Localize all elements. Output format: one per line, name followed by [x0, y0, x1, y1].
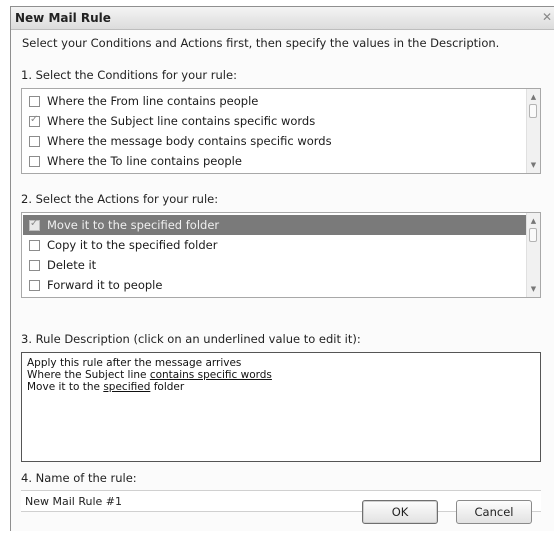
conditions-list[interactable]: Where the From line contains people Wher… — [21, 88, 541, 174]
checkbox[interactable] — [29, 279, 40, 291]
action-label: Delete it — [47, 258, 97, 272]
scroll-thumb[interactable] — [529, 228, 537, 242]
description-line: Apply this rule after the message arrive… — [27, 357, 242, 369]
instructions-text: Select your Conditions and Actions first… — [22, 36, 500, 50]
rule-name-label: 4. Name of the rule: — [21, 471, 137, 485]
description-text: Move it to the — [27, 381, 104, 393]
condition-from-people[interactable]: Where the From line contains people — [23, 91, 526, 111]
checkbox[interactable] — [29, 259, 40, 271]
conditions-label: 1. Select the Conditions for your rule: — [21, 68, 237, 82]
action-label: Move it to the specified folder — [47, 218, 220, 232]
actions-list[interactable]: Move it to the specified folder Copy it … — [21, 212, 541, 298]
cancel-button[interactable]: Cancel — [456, 500, 532, 524]
scroll-down-icon[interactable]: ▼ — [527, 283, 540, 295]
checkbox[interactable] — [29, 239, 40, 251]
actions-label: 2. Select the Actions for your rule: — [21, 192, 219, 206]
condition-label: Where the Subject line contains specific… — [47, 114, 316, 128]
conditions-scrollbar[interactable]: ▲ ▼ — [526, 89, 540, 173]
ok-button[interactable]: OK — [362, 500, 438, 524]
description-line: Where the Subject line contains specific… — [27, 369, 535, 381]
description-line: Move it to the specified folder — [27, 381, 535, 393]
condition-subject-words[interactable]: Where the Subject line contains specific… — [23, 111, 526, 131]
action-copy-folder[interactable]: Copy it to the specified folder — [23, 235, 526, 255]
condition-to-people[interactable]: Where the To line contains people — [23, 151, 526, 171]
checkbox[interactable] — [29, 135, 40, 147]
scroll-down-icon[interactable]: ▼ — [527, 159, 540, 171]
action-move-folder[interactable]: Move it to the specified folder — [23, 215, 526, 235]
rule-description-box: Apply this rule after the message arrive… — [21, 352, 541, 462]
condition-label: Where the To line contains people — [47, 154, 242, 168]
checkbox-checked[interactable] — [29, 114, 40, 127]
condition-label: Where the From line contains people — [47, 94, 259, 108]
description-text: folder — [150, 381, 185, 393]
checkbox-checked[interactable] — [29, 218, 40, 231]
condition-label: Where the message body contains specific… — [47, 134, 332, 148]
checkbox[interactable] — [29, 155, 40, 167]
contains-specific-words-link[interactable]: contains specific words — [150, 369, 272, 381]
close-icon[interactable]: ✕ — [542, 10, 552, 24]
action-delete[interactable]: Delete it — [23, 255, 526, 275]
title-bar: New Mail Rule ✕ — [11, 7, 554, 30]
scroll-thumb[interactable] — [529, 104, 537, 118]
action-label: Forward it to people — [47, 278, 163, 292]
description-text: Where the Subject line — [27, 369, 150, 381]
checkbox[interactable] — [29, 95, 40, 107]
action-forward[interactable]: Forward it to people — [23, 275, 526, 295]
scroll-up-icon[interactable]: ▲ — [527, 91, 540, 103]
actions-scrollbar[interactable]: ▲ ▼ — [526, 213, 540, 297]
condition-body-words[interactable]: Where the message body contains specific… — [23, 131, 526, 151]
action-label: Copy it to the specified folder — [47, 238, 218, 252]
specified-folder-link[interactable]: specified — [103, 381, 150, 393]
description-label: 3. Rule Description (click on an underli… — [21, 332, 361, 346]
window-title: New Mail Rule — [15, 11, 111, 25]
scroll-up-icon[interactable]: ▲ — [527, 215, 540, 227]
